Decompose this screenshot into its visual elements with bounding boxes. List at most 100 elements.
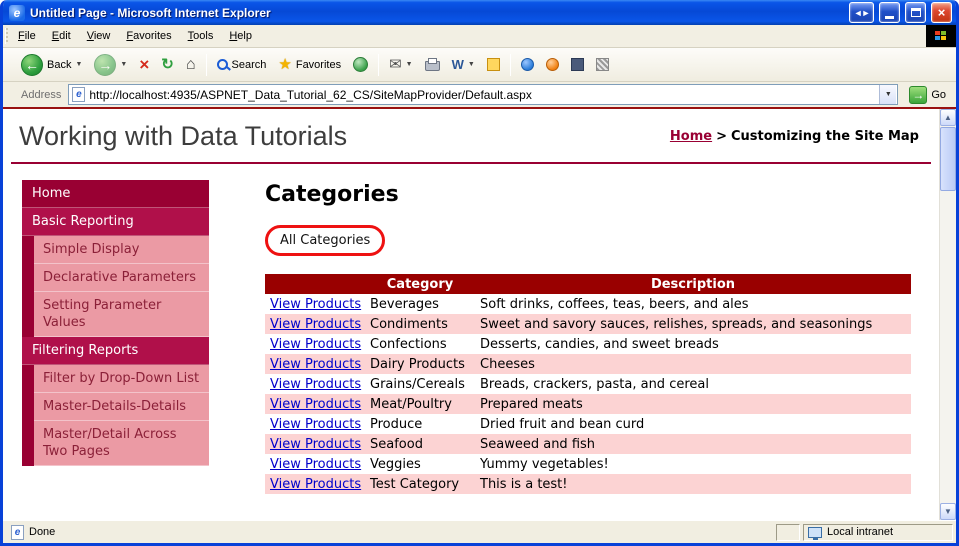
- sidebar-item-master-detail-two-pages[interactable]: Master/Detail Across Two Pages: [22, 421, 209, 466]
- address-url[interactable]: http://localhost:4935/ASPNET_Data_Tutori…: [89, 88, 875, 102]
- status-page-icon: e: [11, 524, 24, 540]
- sidebar-item-simple-display[interactable]: Simple Display: [22, 236, 209, 264]
- minimize-button[interactable]: [879, 2, 900, 23]
- stop-button[interactable]: ×: [134, 53, 154, 76]
- refresh-button[interactable]: ↻: [156, 54, 179, 75]
- table-row: View Products Dairy Products Cheeses: [265, 354, 911, 374]
- local-intranet-icon: [808, 526, 822, 540]
- breadcrumb-home-link[interactable]: Home: [670, 129, 712, 144]
- sidebar-item-label: Simple Display: [34, 236, 209, 264]
- view-products-link[interactable]: View Products: [270, 297, 361, 312]
- vertical-scrollbar[interactable]: ▲ ▼: [939, 109, 956, 520]
- sidebar-item-label: Filter by Drop-Down List: [34, 365, 209, 393]
- sidebar-item-master-details-details[interactable]: Master-Details-Details: [22, 393, 209, 421]
- category-cell: Meat/Poultry: [365, 394, 475, 414]
- all-categories-badge: All Categories: [265, 225, 386, 256]
- category-cell: Beverages: [370, 296, 439, 312]
- menu-edit[interactable]: Edit: [44, 25, 79, 47]
- sidebar-indent-strip: [22, 393, 34, 421]
- view-products-link[interactable]: View Products: [270, 457, 361, 472]
- view-products-link[interactable]: View Products: [270, 437, 361, 452]
- back-caret-icon: ▼: [75, 61, 83, 68]
- menu-tools[interactable]: Tools: [180, 25, 222, 47]
- favorites-star-icon: ★: [278, 56, 292, 73]
- menu-view[interactable]: View: [79, 25, 119, 47]
- discuss-button[interactable]: [482, 55, 505, 74]
- menu-help[interactable]: Help: [221, 25, 260, 47]
- address-input[interactable]: e http://localhost:4935/ASPNET_Data_Tuto…: [68, 84, 899, 105]
- description-cell: Prepared meats: [475, 394, 911, 414]
- edit-button[interactable]: W ▼: [447, 55, 480, 74]
- header-cell-description: Description: [475, 274, 911, 294]
- header-cell-category: Category: [365, 274, 475, 294]
- stop-icon: ×: [139, 55, 150, 74]
- view-products-link[interactable]: View Products: [270, 477, 361, 492]
- sidebar-item-filter-by-dropdown-list[interactable]: Filter by Drop-Down List: [22, 365, 209, 393]
- menu-file[interactable]: File: [10, 25, 44, 47]
- page-body: Home Basic Reporting Simple Display Decl…: [3, 164, 939, 494]
- sidebar-item-setting-parameter-values[interactable]: Setting Parameter Values: [22, 292, 209, 337]
- sidebar-item-home[interactable]: Home: [22, 180, 209, 208]
- view-products-link[interactable]: View Products: [270, 377, 361, 392]
- windows-logo-box: [926, 25, 956, 47]
- status-spacer-panel: [776, 523, 800, 541]
- mail-icon: ✉: [389, 56, 402, 73]
- table-row: View Products Veggies Yummy vegetables!: [265, 454, 911, 474]
- favorites-button[interactable]: ★ Favorites: [273, 54, 346, 75]
- status-text: Done: [29, 526, 56, 538]
- toolbar-arrows-button[interactable]: ◄►: [849, 2, 874, 23]
- grid-button[interactable]: [591, 55, 614, 74]
- msn-button[interactable]: [541, 55, 564, 74]
- scrollbar-thumb[interactable]: [940, 127, 956, 191]
- go-label: Go: [931, 88, 946, 101]
- description-cell: Desserts, candies, and sweet breads: [480, 336, 719, 352]
- view-products-link[interactable]: View Products: [270, 417, 361, 432]
- research-button[interactable]: [566, 55, 589, 74]
- filter-badge-wrap: All Categories: [265, 225, 921, 256]
- messenger-icon: [520, 58, 534, 71]
- minimize-icon: [885, 15, 894, 19]
- research-icon: [570, 58, 584, 71]
- sidebar-item-filtering-reports[interactable]: Filtering Reports: [22, 337, 209, 365]
- table-row: View Products Produce Dried fruit and be…: [265, 414, 911, 434]
- sidebar-item-basic-reporting[interactable]: Basic Reporting: [22, 208, 209, 236]
- view-products-link[interactable]: View Products: [270, 337, 361, 352]
- category-cell: Veggies: [370, 456, 421, 472]
- category-cell: Condiments: [365, 314, 475, 334]
- ie-icon: e: [9, 4, 25, 21]
- maximize-button[interactable]: [905, 2, 926, 23]
- address-dropdown-button[interactable]: ▼: [879, 85, 897, 104]
- description-cell: Yummy vegetables!: [480, 456, 609, 472]
- menu-favorites[interactable]: Favorites: [118, 25, 179, 47]
- sidebar-indent-strip: [22, 236, 34, 264]
- back-button[interactable]: ← Back ▼: [16, 51, 87, 79]
- search-button[interactable]: Search: [212, 56, 272, 74]
- scrollbar-track[interactable]: [940, 126, 956, 503]
- category-cell: Grains/Cereals: [370, 376, 465, 392]
- scroll-up-button[interactable]: ▲: [940, 109, 956, 126]
- view-products-link[interactable]: View Products: [270, 397, 361, 412]
- status-zone-text: Local intranet: [827, 526, 894, 538]
- back-label: Back: [47, 58, 72, 71]
- table-row: View Products Condiments Sweet and savor…: [265, 314, 911, 334]
- sidebar-item-declarative-parameters[interactable]: Declarative Parameters: [22, 264, 209, 292]
- mail-button[interactable]: ✉ ▼: [384, 54, 418, 75]
- print-button[interactable]: [420, 55, 445, 74]
- history-button[interactable]: [348, 54, 373, 75]
- search-icon: [216, 59, 228, 70]
- scroll-down-button[interactable]: ▼: [940, 503, 956, 520]
- forward-button[interactable]: → ▼: [89, 51, 132, 79]
- go-button[interactable]: → Go: [903, 85, 952, 104]
- address-bar: Address e http://localhost:4935/ASPNET_D…: [3, 82, 956, 107]
- close-button[interactable]: ×: [931, 2, 952, 23]
- view-products-link[interactable]: View Products: [270, 317, 361, 332]
- messenger-button[interactable]: [516, 55, 539, 74]
- menu-bar: File Edit View Favorites Tools Help: [3, 25, 956, 48]
- category-cell: Dairy Products: [365, 354, 475, 374]
- view-products-link[interactable]: View Products: [270, 357, 361, 372]
- header-cell-empty: [265, 274, 365, 294]
- menu-spacer: [260, 25, 926, 47]
- home-button[interactable]: ⌂: [181, 54, 201, 76]
- menu-grip[interactable]: [5, 28, 8, 44]
- address-label: Address: [21, 88, 62, 101]
